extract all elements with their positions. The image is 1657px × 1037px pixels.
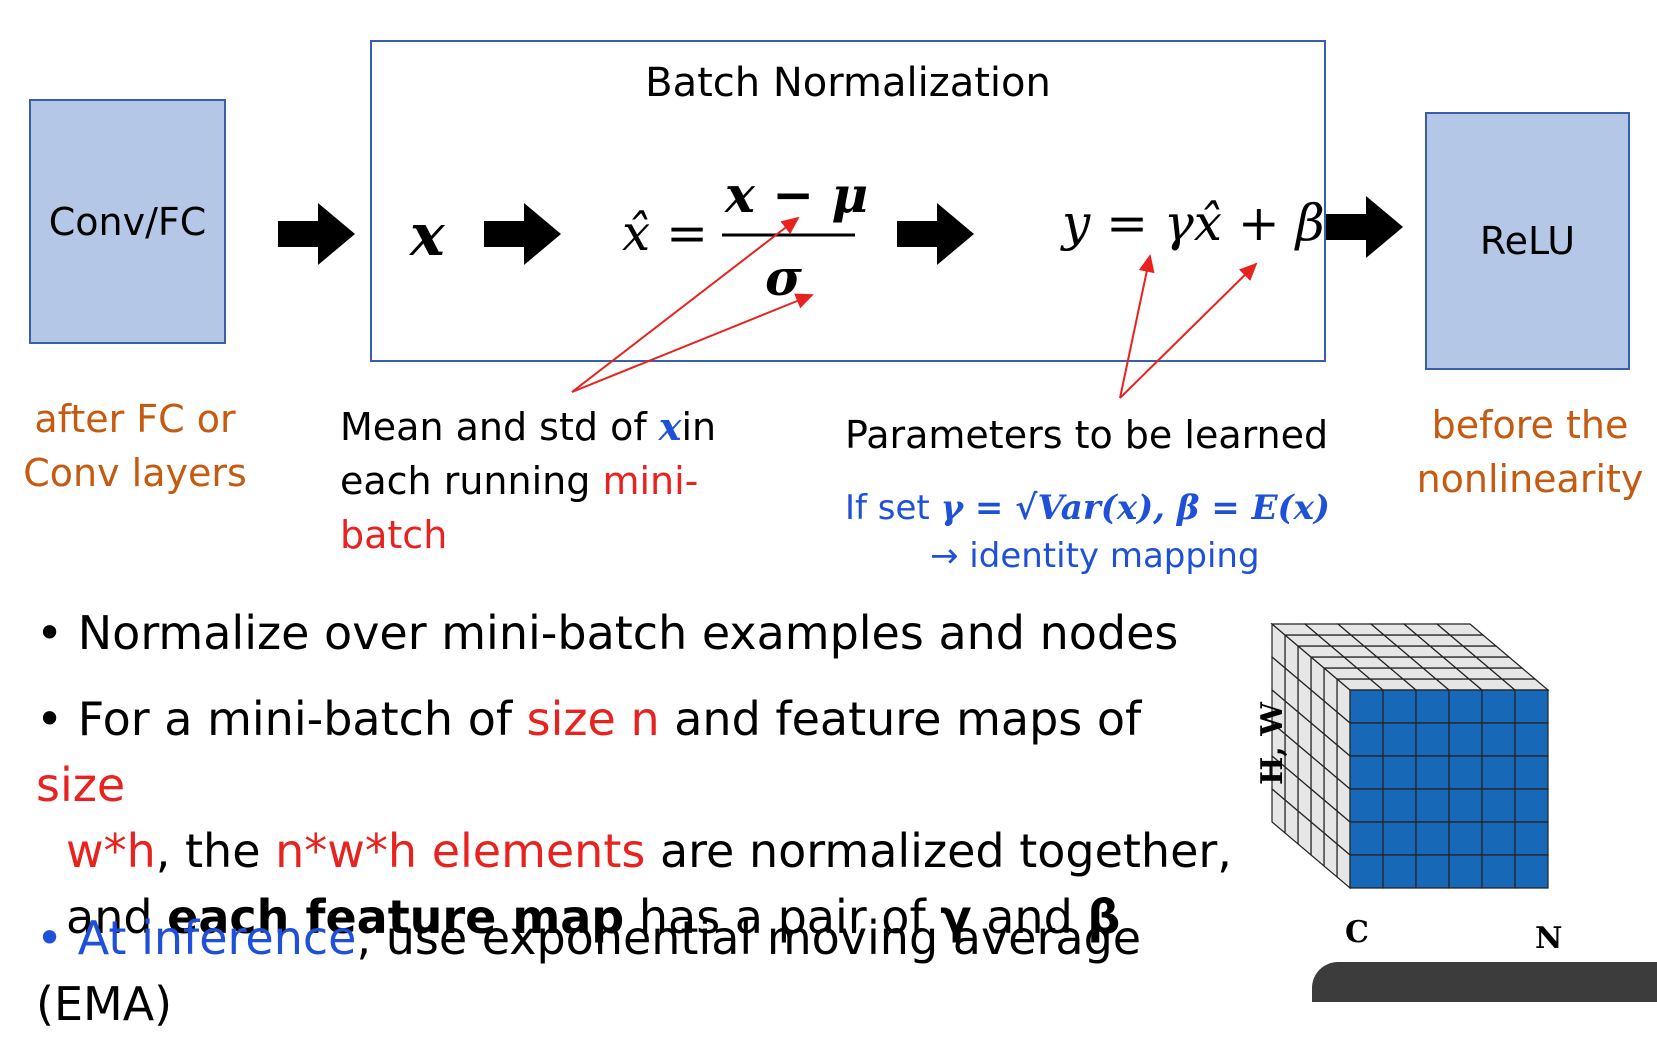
- cube-cell: [1481, 788, 1516, 823]
- identity-note: If set γ = √Var(x), β = E(x) → identity …: [845, 488, 1330, 576]
- formula-output: y = γx̂ + β: [1060, 194, 1325, 252]
- bullet-3: • At inference, use exponential moving a…: [36, 911, 1142, 1031]
- cube-cell: [1448, 722, 1483, 757]
- cube-label-c: C: [1345, 915, 1369, 950]
- cube-cell: [1349, 854, 1384, 889]
- cube-cell: [1448, 689, 1483, 724]
- mean-std-note: Mean and std of xin each running mini-ba…: [340, 404, 717, 557]
- formula-denominator: σ: [765, 248, 802, 307]
- diagram-graphics: x x̂ = x − μ σ y = γx̂ + β: [278, 165, 1403, 399]
- params-note: Parameters to be learned: [845, 413, 1329, 457]
- cube-cell: [1349, 755, 1384, 790]
- arrow-right-icon: [484, 203, 561, 265]
- cube-cell: [1448, 788, 1483, 823]
- cube-cell: [1349, 722, 1384, 757]
- cube-cell: [1448, 755, 1483, 790]
- cube-cell: [1481, 854, 1516, 889]
- cube-cell: [1514, 821, 1549, 856]
- tensor-cube-illustration: H, W C N: [1255, 622, 1562, 956]
- cube-cell: [1481, 755, 1516, 790]
- cube-cell: [1382, 821, 1417, 856]
- cube-cell: [1448, 854, 1483, 889]
- cube-cell: [1514, 854, 1549, 889]
- left-note: after FC or Conv layers: [23, 397, 247, 495]
- cube-cell: [1415, 689, 1450, 724]
- cube-cell: [1448, 821, 1483, 856]
- cube-cell: [1349, 821, 1384, 856]
- cube-cell: [1514, 722, 1549, 757]
- cube-cell: [1415, 755, 1450, 790]
- cube-cell: [1382, 755, 1417, 790]
- arrow-right-icon: [897, 203, 974, 265]
- cube-cell: [1481, 722, 1516, 757]
- cube-cell: [1382, 788, 1417, 823]
- cube-cell: [1415, 821, 1450, 856]
- formula-lhs: x̂ =: [622, 204, 708, 262]
- cube-cell: [1514, 755, 1549, 790]
- cube-grid: [1270, 622, 1550, 890]
- arrow-right-icon: [278, 203, 355, 265]
- cube-cell: [1382, 854, 1417, 889]
- bullet-1: • Normalize over mini-batch examples and…: [36, 606, 1179, 660]
- cube-cell: [1382, 689, 1417, 724]
- cube-cell: [1415, 722, 1450, 757]
- cube-label-n: N: [1535, 921, 1562, 956]
- right-note: before the nonlinearity: [1416, 403, 1644, 501]
- cube-cell: [1415, 788, 1450, 823]
- cube-cell: [1349, 788, 1384, 823]
- bn-input-x: x: [408, 201, 446, 269]
- cube-cell: [1481, 689, 1516, 724]
- cube-cell: [1514, 689, 1549, 724]
- cube-cell: [1349, 689, 1384, 724]
- arrow-right-icon: [1326, 196, 1403, 258]
- corner-overlay: [1312, 962, 1657, 1002]
- cube-label-hw: H, W: [1255, 701, 1290, 785]
- cube-cell: [1415, 854, 1450, 889]
- cube-cell: [1481, 821, 1516, 856]
- cube-cell: [1382, 722, 1417, 757]
- cube-cell: [1514, 788, 1549, 823]
- formula-numerator: x − μ: [724, 165, 868, 224]
